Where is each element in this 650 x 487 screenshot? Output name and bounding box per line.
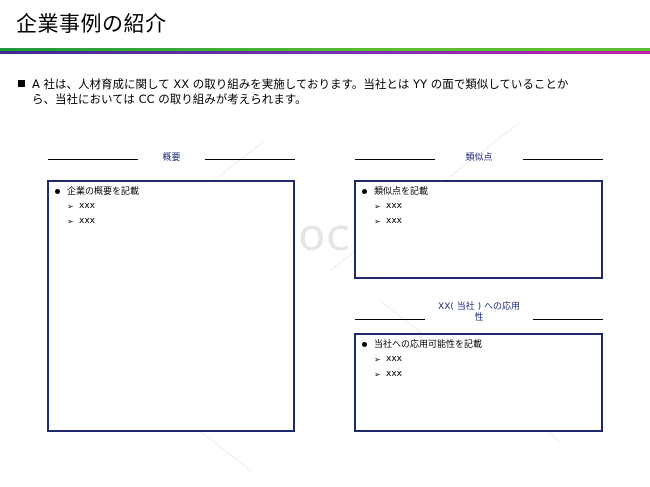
- arrow-bullet-icon: ➢: [374, 202, 381, 211]
- list-item: ➢ xxx: [374, 367, 601, 382]
- head-rule-right: [533, 319, 603, 320]
- section-label-application: XX( 当社 ) への応用 性: [438, 302, 520, 323]
- slide-title: 企業事例の紹介: [16, 12, 167, 36]
- list-item: 企業の概要を記載: [55, 185, 293, 199]
- square-bullet-icon: [18, 80, 25, 87]
- list-item: ➢ xxx: [374, 214, 601, 229]
- intro-paragraph: A 社は、人材育成に関して XX の取り組みを実施しております。当社とは YY …: [18, 77, 618, 107]
- head-rule-left: [355, 159, 435, 160]
- arrow-bullet-icon: ➢: [374, 370, 381, 379]
- section-head-similarity: 類似点: [355, 152, 603, 166]
- overview-box: 企業の概要を記載 ➢ xxx ➢ xxx: [47, 180, 295, 432]
- head-rule-right: [205, 159, 295, 160]
- section-label-similarity: 類似点: [465, 153, 493, 163]
- intro-text-line2: ら、当社においては CC の取り組みが考えられます。: [32, 92, 307, 106]
- head-rule-left: [48, 159, 138, 160]
- section-head-overview: 概要: [48, 152, 295, 166]
- list-item: ➢ xxx: [374, 199, 601, 214]
- arrow-bullet-icon: ➢: [374, 355, 381, 364]
- list-item: 当社への応用可能性を記載: [362, 338, 601, 352]
- application-box: 当社への応用可能性を記載 ➢ xxx ➢ xxx: [354, 333, 603, 432]
- head-rule-right: [523, 159, 603, 160]
- list-item: ➢ xxx: [374, 352, 601, 367]
- title-underline-purple: [0, 51, 650, 54]
- arrow-bullet-icon: ➢: [67, 202, 74, 211]
- head-rule-left: [355, 319, 425, 320]
- list-item: ➢ xxx: [67, 199, 293, 214]
- similarity-box: 類似点を記載 ➢ xxx ➢ xxx: [354, 180, 603, 279]
- list-item: 類似点を記載: [362, 185, 601, 199]
- intro-text-line1: A 社は、人材育成に関して XX の取り組みを実施しております。当社とは YY …: [32, 77, 569, 91]
- section-label-overview: 概要: [162, 153, 181, 163]
- list-item: ➢ xxx: [67, 214, 293, 229]
- section-head-application: XX( 当社 ) への応用 性: [355, 302, 603, 328]
- arrow-bullet-icon: ➢: [67, 217, 74, 226]
- arrow-bullet-icon: ➢: [374, 217, 381, 226]
